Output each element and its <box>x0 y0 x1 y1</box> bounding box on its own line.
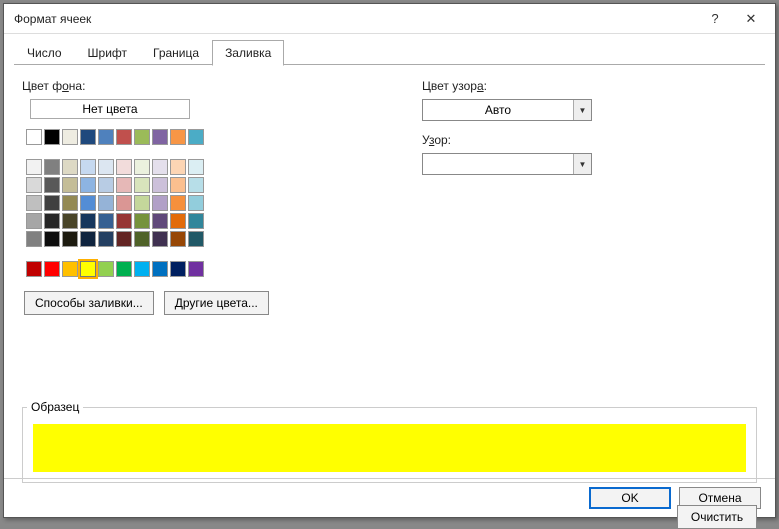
color-swatch[interactable] <box>134 231 150 247</box>
help-button[interactable]: ? <box>697 5 733 33</box>
pattern-color-value: Авто <box>423 103 573 117</box>
color-swatch[interactable] <box>44 177 60 193</box>
color-swatch[interactable] <box>26 159 42 175</box>
chevron-down-icon: ▼ <box>573 154 591 174</box>
color-swatch[interactable] <box>62 129 78 145</box>
color-swatch[interactable] <box>116 177 132 193</box>
color-swatch[interactable] <box>170 213 186 229</box>
color-swatch[interactable] <box>134 159 150 175</box>
color-swatch[interactable] <box>116 261 132 277</box>
color-swatch[interactable] <box>170 129 186 145</box>
color-swatch[interactable] <box>188 195 204 211</box>
color-swatch[interactable] <box>98 195 114 211</box>
color-swatch[interactable] <box>62 231 78 247</box>
close-button[interactable]: ✕ <box>733 5 769 33</box>
color-swatch[interactable] <box>134 261 150 277</box>
no-color-button[interactable]: Нет цвета <box>30 99 190 119</box>
color-swatch[interactable] <box>26 129 42 145</box>
color-swatch[interactable] <box>62 159 78 175</box>
color-swatch[interactable] <box>152 213 168 229</box>
color-swatch[interactable] <box>62 261 78 277</box>
color-swatch[interactable] <box>26 213 42 229</box>
tab-font[interactable]: Шрифт <box>75 40 140 65</box>
color-swatch[interactable] <box>98 213 114 229</box>
color-swatch[interactable] <box>170 159 186 175</box>
color-swatch[interactable] <box>170 231 186 247</box>
pattern-color-label: Цвет узора: <box>422 79 757 93</box>
color-swatch[interactable] <box>134 177 150 193</box>
color-swatch[interactable] <box>116 231 132 247</box>
color-swatch[interactable] <box>116 159 132 175</box>
color-swatch[interactable] <box>44 195 60 211</box>
color-swatch[interactable] <box>116 213 132 229</box>
color-swatch[interactable] <box>44 231 60 247</box>
color-swatch[interactable] <box>98 129 114 145</box>
color-swatch[interactable] <box>116 129 132 145</box>
color-swatch[interactable] <box>80 231 96 247</box>
color-swatch[interactable] <box>170 261 186 277</box>
sample-preview <box>33 424 746 472</box>
color-swatch[interactable] <box>188 261 204 277</box>
color-swatch[interactable] <box>188 213 204 229</box>
tab-number[interactable]: Число <box>14 40 75 65</box>
color-swatch[interactable] <box>80 195 96 211</box>
color-swatch[interactable] <box>44 213 60 229</box>
color-swatch[interactable] <box>170 195 186 211</box>
tab-fill[interactable]: Заливка <box>212 40 284 66</box>
fill-effects-button[interactable]: Способы заливки... <box>24 291 154 315</box>
pattern-combo[interactable]: ▼ <box>422 153 592 175</box>
color-swatch[interactable] <box>134 213 150 229</box>
titlebar: Формат ячеек ? ✕ <box>4 4 775 34</box>
color-swatch[interactable] <box>26 195 42 211</box>
color-swatch[interactable] <box>170 177 186 193</box>
window-title: Формат ячеек <box>14 12 697 26</box>
color-swatch[interactable] <box>152 261 168 277</box>
color-swatch[interactable] <box>26 231 42 247</box>
color-swatch[interactable] <box>26 177 42 193</box>
color-swatch[interactable] <box>152 159 168 175</box>
sample-label: Образец <box>27 400 83 414</box>
color-swatch[interactable] <box>44 261 60 277</box>
ok-button[interactable]: OK <box>589 487 671 509</box>
color-swatch[interactable] <box>116 195 132 211</box>
color-swatch[interactable] <box>62 213 78 229</box>
color-swatch[interactable] <box>80 177 96 193</box>
background-color-label: Цвет фона: <box>22 79 402 93</box>
color-swatch[interactable] <box>152 195 168 211</box>
color-swatch[interactable] <box>62 177 78 193</box>
color-swatch[interactable] <box>152 177 168 193</box>
color-swatch[interactable] <box>44 159 60 175</box>
color-swatch[interactable] <box>80 213 96 229</box>
color-swatch[interactable] <box>98 231 114 247</box>
pattern-color-combo[interactable]: Авто ▼ <box>422 99 592 121</box>
color-swatch[interactable] <box>152 231 168 247</box>
tab-strip: Число Шрифт Граница Заливка <box>14 40 765 65</box>
color-swatch[interactable] <box>26 261 42 277</box>
color-swatch[interactable] <box>134 195 150 211</box>
fill-panel: Цвет фона: Нет цвета Способы заливки... … <box>4 65 775 478</box>
color-swatch[interactable] <box>98 261 114 277</box>
color-swatch[interactable] <box>152 129 168 145</box>
pattern-label: Узор: <box>422 133 757 147</box>
color-swatch[interactable] <box>98 177 114 193</box>
tab-border[interactable]: Граница <box>140 40 212 65</box>
color-swatch[interactable] <box>188 177 204 193</box>
color-palette <box>26 129 402 277</box>
dialog-footer: OK Отмена <box>4 478 775 517</box>
color-swatch[interactable] <box>188 231 204 247</box>
chevron-down-icon: ▼ <box>573 100 591 120</box>
color-swatch[interactable] <box>80 159 96 175</box>
color-swatch[interactable] <box>62 195 78 211</box>
color-swatch[interactable] <box>188 159 204 175</box>
sample-group: Образец <box>22 407 757 483</box>
color-swatch[interactable] <box>80 129 96 145</box>
color-swatch[interactable] <box>98 159 114 175</box>
color-swatch[interactable] <box>134 129 150 145</box>
clear-button[interactable]: Очистить <box>677 505 757 529</box>
color-swatch[interactable] <box>44 129 60 145</box>
format-cells-dialog: Формат ячеек ? ✕ Число Шрифт Граница Зал… <box>3 3 776 518</box>
color-swatch[interactable] <box>188 129 204 145</box>
more-colors-button[interactable]: Другие цвета... <box>164 291 269 315</box>
color-swatch[interactable] <box>80 261 96 277</box>
